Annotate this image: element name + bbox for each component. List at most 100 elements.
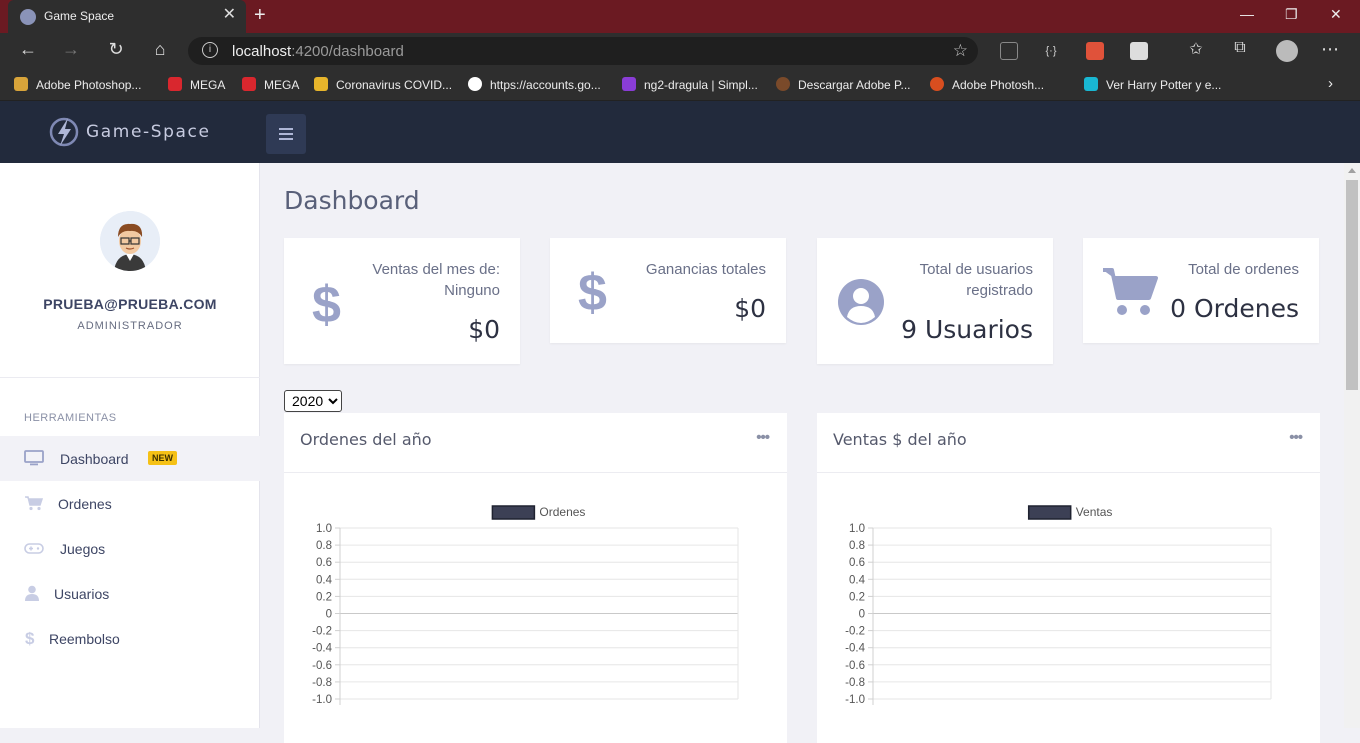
legend-label[interactable]: Ventas [1076,505,1113,519]
legend-label[interactable]: Ordenes [539,505,585,519]
sidebar-item-ordenes[interactable]: Ordenes [0,481,260,526]
sidebar-item-label: Ordenes [58,496,112,512]
stat-card-ventas-mes: $ Ventas del mes de: Ninguno $0 [284,238,520,364]
sidebar-item-juegos[interactable]: Juegos [0,526,260,571]
browser-tab[interactable]: Game Space ✕ [8,0,246,33]
bookmarks-overflow-icon[interactable]: › [1328,75,1333,92]
tab-close-icon[interactable]: ✕ [223,7,236,23]
bookmark-item[interactable]: MEGA [168,77,225,92]
home-icon[interactable]: ⌂ [148,39,172,60]
stat-card-label: Ganancias totales [645,261,766,278]
sidebar-item-label: Juegos [60,541,106,557]
maximize-button[interactable]: ❐ [1285,6,1298,23]
y-tick-label: -0.6 [312,660,332,672]
scroll-up-arrow-icon[interactable] [1348,168,1356,173]
y-tick-label: -0.4 [845,643,865,655]
bookmark-item[interactable]: Coronavirus COVID... [314,77,452,92]
close-window-button[interactable]: ✕ [1330,6,1342,23]
bookmark-item[interactable]: Descargar Adobe P... [776,77,911,92]
bookmark-item[interactable]: https://accounts.go... [468,77,601,92]
extension-braces-icon[interactable]: {·} [1042,42,1060,60]
favorite-star-icon[interactable]: ☆ [953,41,968,61]
back-icon[interactable]: ← [16,39,40,60]
bookmark-favicon-icon [622,77,636,91]
profile-avatar-icon[interactable] [1276,40,1298,62]
bookmark-item[interactable]: Adobe Photosh... [930,77,1044,92]
profile-role: ADMINISTRADOR [77,320,183,332]
browser-toolbar: ← → ↻ ⌂ i localhost:4200/dashboard ☆ {·}… [0,33,1360,69]
minimize-button[interactable]: — [1240,6,1254,22]
y-tick-label: -0.4 [312,643,332,655]
year-select[interactable]: 2020 [284,390,342,412]
stat-card-label: Total de usuarios registrado [919,261,1033,299]
avatar [100,211,160,271]
y-tick-label: 0.6 [849,557,865,569]
favorites-icon[interactable]: ✩ [1184,39,1208,59]
y-tick-label: -1.0 [845,694,865,706]
bookmark-item[interactable]: ng2-dragula | Simpl... [622,77,758,92]
menu-toggle-button[interactable] [266,114,306,154]
new-tab-button[interactable]: + [254,5,266,25]
extension-icon[interactable] [1000,42,1018,60]
stat-card-usuarios: Total de usuarios registrado 9 Usuarios [817,238,1053,364]
dollar-icon: $ [25,630,35,646]
stat-card-label: Total de ordenes [1188,261,1299,278]
stat-card-ordenes: Total de ordenes 0 Ordenes [1083,238,1319,343]
new-badge: NEW [148,451,177,465]
sidebar-item-label: Dashboard [60,451,129,467]
y-tick-label: 1.0 [316,523,332,535]
reload-icon[interactable]: ↻ [104,39,128,60]
sidebar-item-dashboard[interactable]: Dashboard NEW [0,436,260,481]
extension-red-icon[interactable] [1086,42,1104,60]
stat-card-value: $0 [734,294,766,323]
bookmark-item[interactable]: MEGA [242,77,299,92]
logo-text[interactable]: Game-Space [86,122,211,142]
y-tick-label: -0.2 [845,626,865,638]
y-tick-label: 0.8 [316,540,332,552]
sidebar-item-label: Usuarios [54,586,110,602]
sidebar-section-label: HERRAMIENTAS [24,412,117,424]
y-tick-label: -0.2 [312,626,332,638]
address-bar[interactable]: i localhost:4200/dashboard ☆ [188,37,978,65]
collections-icon[interactable]: ⧉ [1228,39,1252,57]
page-scrollbar[interactable] [1344,163,1360,728]
more-menu-icon[interactable]: ⋯ [1318,39,1342,60]
legend-swatch[interactable] [491,505,536,520]
y-tick-label: 1.0 [849,523,865,535]
extension-s-icon[interactable] [1130,42,1148,60]
tab-favicon-icon [20,9,36,25]
y-tick-label: 0 [326,609,332,621]
sidebar-item-usuarios[interactable]: Usuarios [0,571,260,616]
bookmarks-bar: Adobe Photoshop... MEGA MEGA Coronavirus… [0,69,1360,101]
chart-panel-ventas: Ventas $ del año ••• 1.0 0.8 0.6 0.4 0.2 0 -0.… [817,413,1320,743]
chart-ordenes: 1.0 0.8 0.6 0.4 0.2 0 -0.2 -0.4 -0.6 -0.8 -1.0 Orde… [312,505,739,706]
sidebar-item-reembolso[interactable]: $ Reembolso [0,616,260,661]
y-tick-label: 0.6 [316,557,332,569]
svg-text:$: $ [578,266,607,316]
stat-card-value: 9 Usuarios [901,315,1033,344]
url-text[interactable]: localhost:4200/dashboard [232,43,404,60]
sidebar-item-label: Reembolso [49,631,120,647]
svg-text:$: $ [25,630,35,646]
tab-title: Game Space [44,9,115,23]
y-tick-label: 0.2 [849,591,865,603]
y-tick-label: 0.2 [316,591,332,603]
user-avatar-icon [100,211,160,271]
gamepad-icon [24,543,44,554]
bookmark-item[interactable]: Ver Harry Potter y e... [1084,77,1221,92]
y-tick-label: -0.8 [312,677,332,689]
bookmark-favicon-icon [14,77,28,91]
bookmark-item[interactable]: Adobe Photoshop... [14,77,141,92]
legend-swatch[interactable] [1027,505,1072,520]
stat-card-label: Ventas del mes de: Ninguno [372,261,500,299]
forward-icon[interactable]: → [59,39,83,60]
stat-card-ganancias: $ Ganancias totales $0 [550,238,786,343]
y-tick-label: -0.6 [845,660,865,672]
sidebar-divider [0,377,260,378]
site-info-icon[interactable]: i [202,42,218,58]
dollar-icon: $ [578,266,607,316]
scroll-thumb[interactable] [1346,180,1358,390]
logo-icon[interactable] [48,115,80,149]
bookmark-favicon-icon [168,77,182,91]
stat-card-value: 0 Ordenes [1170,294,1299,323]
